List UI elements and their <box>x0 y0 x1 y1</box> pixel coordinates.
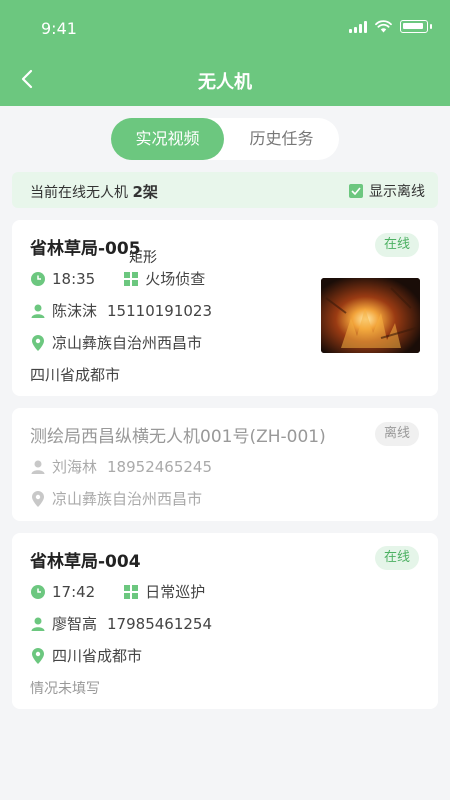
signal-icon <box>349 20 367 33</box>
location-pin-icon <box>30 647 46 664</box>
header: 9:41 无人机 <box>0 0 450 106</box>
time-task-row: 17:42 日常巡护 <box>30 581 205 602</box>
location-text: 凉山彝族自治州西昌市 <box>52 334 203 352</box>
location-row: 四川省成都市 <box>30 645 142 666</box>
drone-name: 省林草局-005 <box>30 239 141 259</box>
status-badge: 在线 <box>374 233 419 257</box>
person-icon <box>30 459 46 475</box>
task-type: 日常巡护 <box>145 583 206 601</box>
pilot-phone: 17985461254 <box>107 614 212 633</box>
situation-placeholder: 情况未填写 <box>30 681 100 697</box>
pilot-name: 刘海林 <box>52 458 98 476</box>
location-text: 四川省成都市 <box>52 647 143 665</box>
online-count-text: 当前在线无人机 2架 <box>30 181 158 202</box>
online-count-value: 2架 <box>132 183 158 201</box>
location-row: 凉山彝族自治州西昌市 <box>30 488 202 509</box>
status-badge: 在线 <box>374 546 419 570</box>
time-task-row: 18:35 火场侦查 <box>30 268 205 289</box>
status-icons <box>349 20 432 33</box>
checkbox-checked-icon[interactable] <box>349 184 363 198</box>
pilot-name: 廖智高 <box>52 615 98 633</box>
page-title: 无人机 <box>198 72 252 93</box>
pilot-row: 陈沫沫 15110191023 <box>30 300 212 321</box>
task-grid-icon <box>123 271 139 287</box>
task-type: 火场侦查 <box>145 270 206 288</box>
task-grid-icon <box>123 584 139 600</box>
drone-card[interactable]: 省林草局-005 在线 18:35 火场侦查 陈沫沫 15110191023 凉… <box>12 220 438 396</box>
clock-icon <box>30 584 46 600</box>
clock-icon <box>30 271 46 287</box>
location-text: 凉山彝族自治州西昌市 <box>52 490 203 508</box>
pilot-name: 陈沫沫 <box>52 302 98 320</box>
drone-card[interactable]: 省林草局-004 在线 17:42 日常巡护 廖智高 17985461254 四… <box>12 533 438 709</box>
pilot-row: 刘海林 18952465245 <box>30 456 212 477</box>
drone-name: 省林草局-004 <box>30 552 141 572</box>
tab-live-video[interactable]: 实况视频 <box>111 118 224 160</box>
online-count-bar: 当前在线无人机 2架 显示离线 <box>12 172 438 208</box>
drone-name: 测绘局西昌纵横无人机001号(ZH-001) <box>30 427 326 447</box>
wifi-icon <box>375 20 392 33</box>
online-count-prefix: 当前在线无人机 <box>30 185 133 201</box>
status-time: 9:41 <box>41 19 77 38</box>
battery-icon <box>400 20 428 33</box>
location-pin-icon <box>30 490 46 507</box>
show-offline-toggle[interactable]: 显示离线 <box>349 181 425 201</box>
battery-tip <box>430 24 432 29</box>
tab-history-tasks[interactable]: 历史任务 <box>224 118 339 160</box>
pilot-phone: 18952465245 <box>107 457 212 476</box>
location-pin-icon <box>30 334 46 351</box>
show-offline-label: 显示离线 <box>369 184 425 200</box>
pilot-phone: 15110191023 <box>107 301 212 320</box>
tab-switcher: 实况视频 历史任务 <box>111 118 339 160</box>
person-icon <box>30 616 46 632</box>
person-icon <box>30 303 46 319</box>
mission-time: 17:42 <box>52 582 96 601</box>
status-badge: 离线 <box>374 422 419 446</box>
floating-label: 矩形 <box>129 250 157 266</box>
mission-time: 18:35 <box>52 269 96 288</box>
extra-location: 四川省成都市 <box>30 366 121 384</box>
drone-card[interactable]: 测绘局西昌纵横无人机001号(ZH-001) 离线 刘海林 1895246524… <box>12 408 438 521</box>
location-row: 凉山彝族自治州西昌市 <box>30 332 202 353</box>
live-video-thumbnail[interactable] <box>321 278 420 353</box>
pilot-row: 廖智高 17985461254 <box>30 613 212 634</box>
